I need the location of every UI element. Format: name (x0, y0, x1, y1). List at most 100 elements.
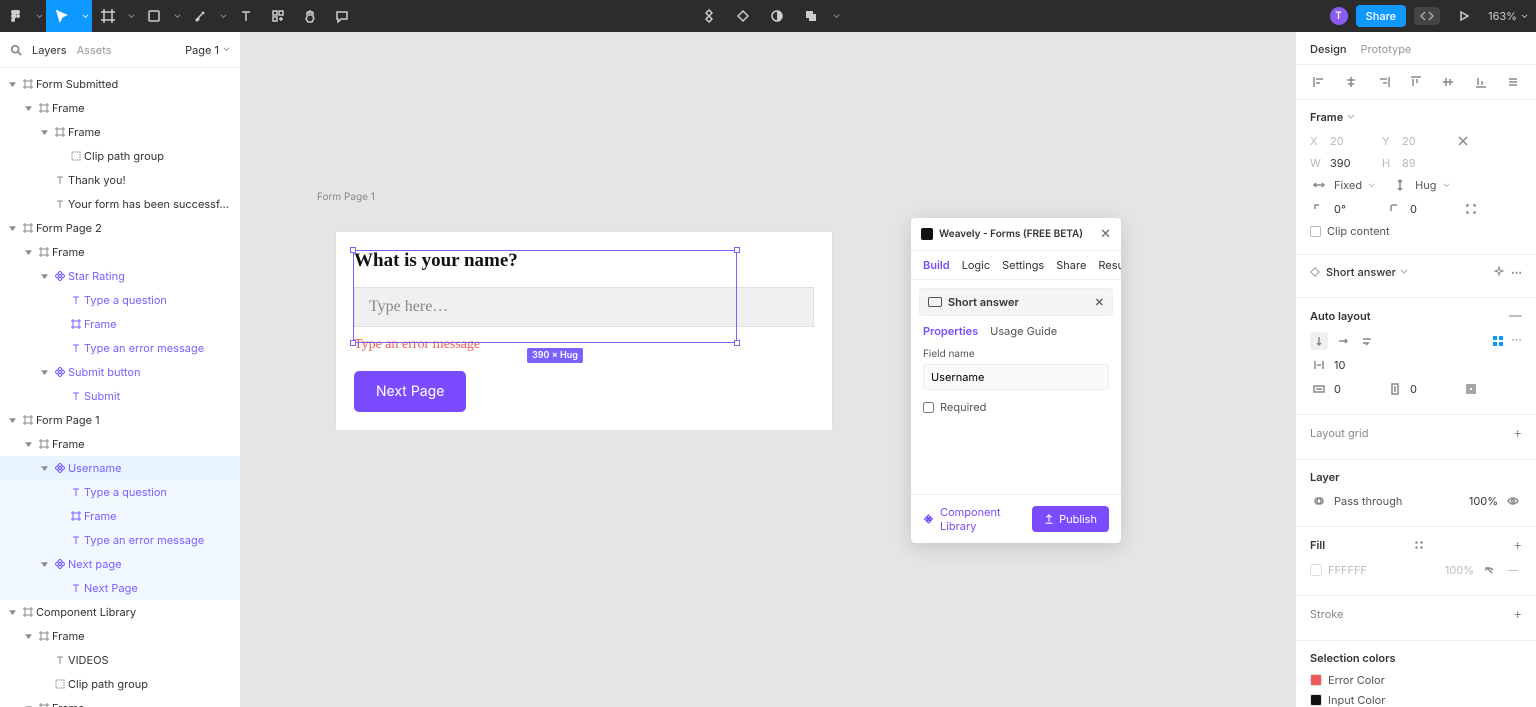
plugin-tab-settings[interactable]: Settings (1002, 258, 1044, 272)
layer-row[interactable]: Your form has been successf… (0, 192, 240, 216)
align-bottom-icon[interactable] (1472, 73, 1490, 91)
user-avatar[interactable]: T (1330, 7, 1348, 25)
text-tool[interactable] (230, 0, 262, 32)
fill-opacity[interactable]: 100% (1445, 563, 1474, 577)
shape-tool-chevron[interactable] (170, 0, 184, 32)
layer-caret[interactable] (36, 129, 52, 136)
component-icon[interactable] (693, 0, 725, 32)
align-right-icon[interactable] (1375, 73, 1393, 91)
frame-tool-chevron[interactable] (124, 0, 138, 32)
variant-more-icon[interactable]: ⋯ (1511, 265, 1522, 279)
plugin-tab-results[interactable]: Results (1098, 258, 1121, 272)
stroke-add[interactable]: + (1513, 606, 1522, 622)
transform-icon[interactable] (1454, 132, 1472, 150)
layer-row[interactable]: Username (0, 456, 240, 480)
opacity-input[interactable] (1458, 494, 1498, 508)
rotation-input[interactable] (1334, 202, 1380, 216)
layer-row[interactable]: Next Page (0, 576, 240, 600)
layer-row[interactable]: Frame (0, 432, 240, 456)
layer-row[interactable]: Thank you! (0, 168, 240, 192)
more-align-icon[interactable] (1504, 73, 1522, 91)
mask-icon[interactable] (761, 0, 793, 32)
align-hcenter-icon[interactable] (1342, 73, 1360, 91)
al-dir-vertical[interactable] (1310, 332, 1328, 350)
publish-button[interactable]: Publish (1032, 506, 1109, 532)
layer-caret[interactable] (36, 465, 52, 472)
layer-row[interactable]: Frame (0, 240, 240, 264)
pen-tool[interactable] (184, 0, 216, 32)
color-swatch[interactable] (1310, 674, 1322, 686)
move-tool-chevron[interactable] (78, 0, 92, 32)
pad-independent-icon[interactable] (1462, 380, 1480, 398)
tab-prototype[interactable]: Prototype (1361, 42, 1412, 56)
align-top-icon[interactable] (1407, 73, 1425, 91)
layer-row[interactable]: VIDEOS (0, 648, 240, 672)
blend-mode[interactable]: Pass through (1334, 494, 1452, 508)
resources-tool[interactable] (262, 0, 294, 32)
corner-input[interactable] (1410, 202, 1456, 216)
layer-row[interactable]: Next page (0, 552, 240, 576)
layer-row[interactable]: Form Submitted (0, 72, 240, 96)
layer-row[interactable]: Type a question (0, 288, 240, 312)
layer-caret[interactable] (20, 249, 36, 256)
required-checkbox[interactable] (923, 402, 934, 413)
hand-tool[interactable] (294, 0, 326, 32)
block-close-icon[interactable]: ✕ (1095, 295, 1104, 309)
independent-corners-icon[interactable] (1462, 200, 1480, 218)
x-input[interactable] (1330, 134, 1376, 148)
variant-ai-icon[interactable] (1493, 266, 1505, 278)
variant-icon[interactable] (727, 0, 759, 32)
clip-checkbox[interactable] (1310, 226, 1321, 237)
plugin-tab-logic[interactable]: Logic (962, 258, 991, 272)
align-vcenter-icon[interactable] (1439, 73, 1457, 91)
figma-menu[interactable] (0, 0, 32, 32)
layer-row[interactable]: Submit (0, 384, 240, 408)
present-button[interactable] (1448, 0, 1480, 32)
layer-row[interactable]: Frame (0, 504, 240, 528)
tab-assets[interactable]: Assets (77, 43, 112, 57)
frame-tool[interactable] (92, 0, 124, 32)
menu-chevron[interactable] (32, 0, 46, 32)
move-tool[interactable] (46, 0, 78, 32)
visibility-icon[interactable] (1504, 492, 1522, 510)
tab-layers[interactable]: Layers (32, 43, 67, 57)
fill-add[interactable]: + (1513, 537, 1522, 553)
canvas[interactable]: Form Page 1 What is your name? Type here… (241, 32, 1295, 707)
layer-caret[interactable] (36, 561, 52, 568)
layer-caret[interactable] (4, 609, 20, 616)
boolean-chevron[interactable] (829, 0, 843, 32)
fill-remove-icon[interactable]: — (1504, 561, 1522, 579)
hmode[interactable]: Fixed (1334, 178, 1362, 192)
layer-row[interactable]: Component Library (0, 600, 240, 624)
subtab-properties[interactable]: Properties (923, 324, 978, 338)
layer-row[interactable]: Type an error message (0, 528, 240, 552)
share-button[interactable]: Share (1356, 5, 1406, 27)
al-more-icon[interactable]: ⋯ (1511, 332, 1522, 350)
layer-row[interactable]: Type an error message (0, 336, 240, 360)
canvas-frame-label[interactable]: Form Page 1 (317, 191, 375, 203)
fill-swatch[interactable] (1310, 564, 1322, 576)
pen-tool-chevron[interactable] (216, 0, 230, 32)
variant-name[interactable]: Short answer (1326, 265, 1396, 279)
component-library-link[interactable]: Component Library (923, 505, 1032, 533)
vmode[interactable]: Hug (1415, 178, 1436, 192)
shape-tool[interactable] (138, 0, 170, 32)
boolean-icon[interactable] (795, 0, 827, 32)
layer-row[interactable]: Form Page 2 (0, 216, 240, 240)
layer-caret[interactable] (4, 81, 20, 88)
layer-caret[interactable] (36, 369, 52, 376)
tab-design[interactable]: Design (1310, 42, 1347, 56)
fill-styles-icon[interactable] (1414, 540, 1424, 550)
pady-input[interactable] (1410, 382, 1456, 396)
y-input[interactable] (1402, 134, 1448, 148)
fill-hidden-icon[interactable] (1480, 561, 1498, 579)
padx-input[interactable] (1334, 382, 1380, 396)
layer-row[interactable]: Submit button (0, 360, 240, 384)
layer-caret[interactable] (20, 633, 36, 640)
layer-row[interactable]: Frame (0, 312, 240, 336)
comment-tool[interactable] (326, 0, 358, 32)
layer-row[interactable]: Frame (0, 696, 240, 707)
layer-row[interactable]: Frame (0, 624, 240, 648)
layer-row[interactable]: Form Page 1 (0, 408, 240, 432)
layer-row[interactable]: Frame (0, 96, 240, 120)
